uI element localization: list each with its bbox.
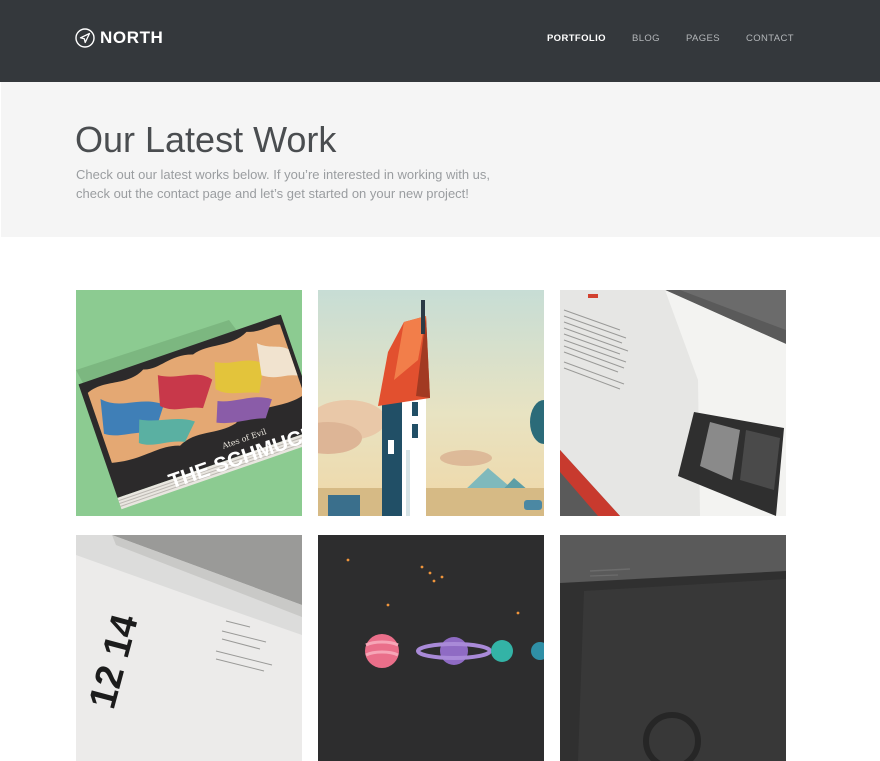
portfolio-item-book-cover[interactable]: Ates of Evil THE SCHMUCKS [76, 290, 302, 516]
page-intro: Check out our latest works below. If you… [76, 165, 506, 203]
nav-item-pages[interactable]: PAGES [686, 33, 720, 44]
portfolio-item-planets-illustration[interactable] [318, 535, 544, 761]
site-header: NORTH PORTFOLIO BLOG PAGES CONTACT [0, 0, 880, 82]
portfolio-item-house-illustration[interactable] [318, 290, 544, 516]
typography-book-image: 12 14 [76, 535, 302, 761]
portfolio-item-typography-book[interactable]: 12 14 [76, 535, 302, 761]
page-title: Our Latest Work [75, 119, 337, 160]
planets-illustration-image [318, 535, 544, 761]
page-intro-line-2: check out the contact page and let’s get… [76, 186, 469, 201]
open-brochure-image [560, 290, 786, 516]
book-cover-image: Ates of Evil THE SCHMUCKS [76, 290, 302, 516]
dark-envelope-image [560, 535, 786, 761]
nav-item-contact[interactable]: CONTACT [746, 33, 794, 44]
nav-item-blog[interactable]: BLOG [632, 33, 660, 44]
portfolio-item-dark-envelope[interactable] [560, 535, 786, 761]
page-intro-line-1: Check out our latest works below. If you… [76, 167, 491, 182]
main-nav: PORTFOLIO BLOG PAGES CONTACT [547, 33, 794, 44]
nav-item-portfolio[interactable]: PORTFOLIO [547, 33, 606, 44]
brand-name: NORTH [100, 28, 164, 47]
brand-logo[interactable]: NORTH [75, 28, 163, 48]
paper-plane-icon [75, 28, 95, 48]
portfolio-item-open-brochure[interactable] [560, 290, 786, 516]
house-illustration-image [318, 290, 544, 516]
